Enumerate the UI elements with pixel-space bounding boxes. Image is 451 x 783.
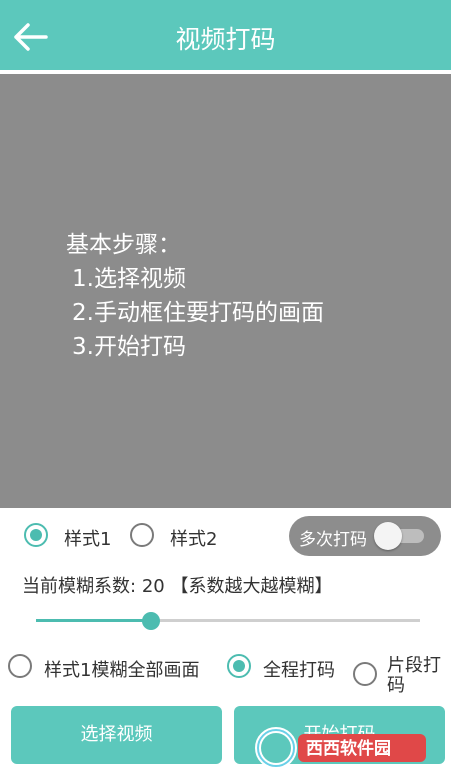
segment-mosaic-radio[interactable] [353,662,377,686]
blur-value: 20 [141,576,165,597]
page-title: 视频打码 [175,25,276,54]
blur-label: 当前模糊系数: [22,576,137,597]
svg-text:CR173.COM: CR173.COM [370,763,418,772]
steps-title: 基本步骤： [66,232,181,258]
svg-text:西西软件园: 西西软件园 [306,738,391,759]
slider-thumb[interactable] [142,612,161,630]
full-mosaic-radio[interactable] [227,654,251,678]
style2-label: 样式2 [170,529,218,550]
blur-all-label: 样式1模糊全部画面 [44,660,200,681]
style2-radio[interactable] [130,523,154,547]
select-video-button[interactable]: 选择视频 [11,706,222,764]
blur-hint: 【系数越大越模糊】 [170,576,333,597]
multi-mosaic-label: 多次打码 [299,530,367,550]
step-item: 2.手动框住要打码的画面 [72,300,324,326]
multi-mosaic-toggle[interactable]: 多次打码 [289,516,441,556]
blur-slider[interactable] [36,612,420,630]
step-item: 1.选择视频 [72,266,186,292]
blur-coefficient-text: 当前模糊系数: 20 【系数越大越模糊】 [22,572,332,598]
app-header: 视频打码 [0,0,451,73]
toggle-thumb[interactable] [374,522,402,550]
segment-mosaic-label: 片段打码 [387,656,441,694]
blur-all-radio[interactable] [8,654,32,678]
instructions: 基本步骤： 1.选择视频 2.手动框住要打码的画面 3.开始打码 [66,228,324,364]
slider-fill [36,619,152,622]
step-item: 3.开始打码 [72,334,186,360]
site-watermark-logo: 西西软件园 CR173.COM [255,727,426,772]
style1-radio[interactable] [24,523,48,547]
style1-label: 样式1 [64,529,112,550]
full-mosaic-label: 全程打码 [263,660,335,681]
